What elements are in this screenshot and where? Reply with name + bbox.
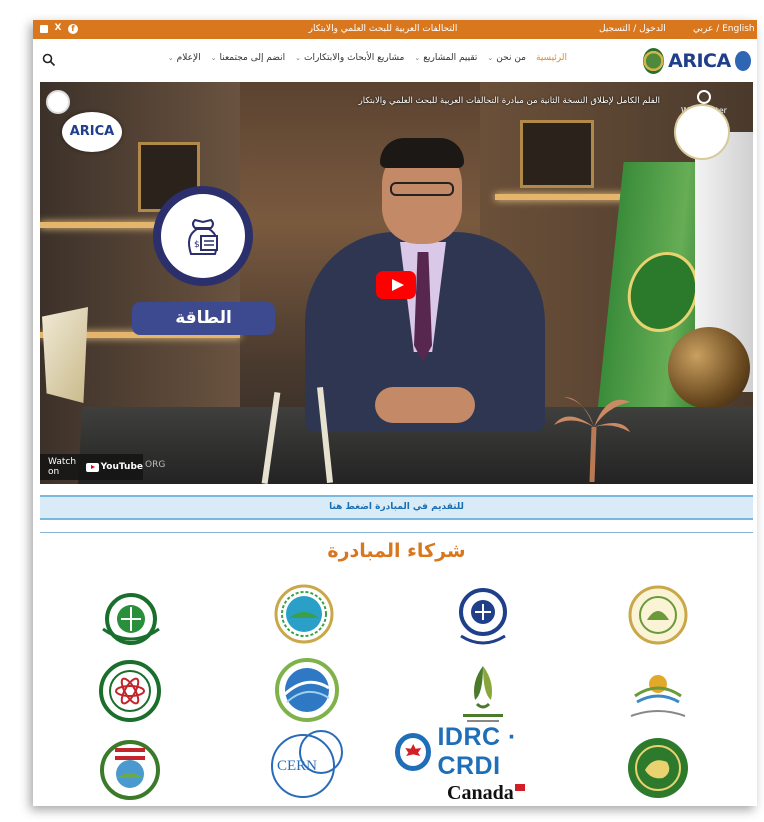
partner-logo-arab-industrial-org[interactable] xyxy=(95,734,165,804)
language-switch[interactable]: عربي / English xyxy=(693,24,755,34)
energy-card-label: الطاقة xyxy=(132,302,275,335)
partner-logo-arab-sudan-bank[interactable] xyxy=(97,585,165,649)
svg-text:$: $ xyxy=(194,240,200,250)
cern-text: CERN xyxy=(277,758,318,774)
video-title[interactable]: الفلم الكامل لإطلاق النسخة الثانية من مب… xyxy=(100,96,660,106)
desk-flag xyxy=(42,307,88,403)
globe-icon xyxy=(734,51,751,71)
partner-logo-arab-atomic-energy[interactable] xyxy=(95,656,165,726)
top-bar: X f التحالفات العربية للبحث العلمي والاب… xyxy=(33,20,757,39)
arica-logo-text: ARICA xyxy=(668,50,731,72)
partner-logo-arab-drylands-center[interactable] xyxy=(623,660,693,722)
search-icon[interactable] xyxy=(42,53,56,67)
site-title: التحالفات العربية للبحث العلمي والابتكار xyxy=(308,24,458,34)
speaker-glasses xyxy=(390,182,454,196)
nav-item-label: تقييم المشاريع xyxy=(423,53,478,63)
nav-item-media[interactable]: الإعلام ⌄ xyxy=(168,53,201,63)
channel-avatar[interactable] xyxy=(46,90,70,114)
money-bag-icon: $ xyxy=(188,218,218,255)
maple-leaf-shape xyxy=(405,744,422,756)
nav-item-home[interactable]: الرئيسية xyxy=(536,53,567,63)
youtube-wordmark: YouTube xyxy=(100,462,143,472)
speaker-hands xyxy=(375,387,475,423)
page-frame: X f التحالفات العربية للبحث العلمي والاب… xyxy=(33,20,757,806)
partner-logo-idrc[interactable]: IDRC · CRDI xyxy=(395,723,579,780)
partner-logo-arab-space-org[interactable] xyxy=(271,654,343,726)
nav-item-research-projects[interactable]: مشاريع الأبحاث والابتكارات ⌄ xyxy=(295,53,404,63)
canada-wordmark: Canada xyxy=(447,782,525,805)
instagram-icon[interactable] xyxy=(40,25,48,33)
energy-card-icon: $ xyxy=(153,186,253,286)
chevron-down-icon: ⌄ xyxy=(167,54,174,62)
chevron-down-icon: ⌄ xyxy=(414,54,421,62)
video-watermark-text: ORG xyxy=(145,460,166,470)
site-logo[interactable]: ARICA xyxy=(643,47,751,75)
social-links: X f xyxy=(40,23,78,34)
award-plaque xyxy=(520,120,594,188)
arab-league-seal-icon xyxy=(643,48,665,74)
x-icon[interactable]: X xyxy=(53,23,63,34)
canada-flag-icon xyxy=(514,784,525,791)
arica-badge: ARICA xyxy=(62,112,122,152)
partner-logo-arab-universities-association[interactable] xyxy=(625,580,691,650)
speaker-hair xyxy=(380,138,464,168)
partner-logo-arab-league[interactable] xyxy=(623,732,693,804)
play-button[interactable] xyxy=(376,271,416,299)
nav-item-label: انضم إلى مجتمعنا xyxy=(219,53,286,63)
chevron-down-icon: ⌄ xyxy=(210,54,217,62)
section-divider xyxy=(40,532,753,533)
youtube-video-embed[interactable]: الفلم الكامل لإطلاق النسخة الثانية من مب… xyxy=(40,82,753,484)
chevron-down-icon: ⌄ xyxy=(487,54,494,62)
nav-item-label: الرئيسية xyxy=(536,53,567,63)
chevron-down-icon: ⌄ xyxy=(295,54,301,62)
youtube-play-icon xyxy=(85,462,99,472)
maple-leaf-icon xyxy=(395,733,432,771)
login-register-link[interactable]: الدخول / التسجيل xyxy=(599,24,666,34)
apply-button[interactable]: للتقديم في المبادرة اضغط هنا xyxy=(40,495,753,520)
partner-logo-cern[interactable]: CERN xyxy=(269,730,343,802)
flag-emblem xyxy=(623,252,703,332)
watch-on-youtube-button[interactable]: Watch on YouTube xyxy=(40,454,143,480)
facebook-icon[interactable]: f xyxy=(68,24,78,34)
partner-logo-arab-water-council[interactable] xyxy=(269,576,339,650)
desk-globe xyxy=(668,327,750,409)
canada-text: Canada xyxy=(447,782,514,804)
nav-item-project-evaluation[interactable]: تقييم المشاريع ⌄ xyxy=(414,53,477,63)
partner-logo-arab-organization-agri[interactable] xyxy=(453,660,513,726)
main-nav: الرئيسية من نحن ⌄ تقييم المشاريع ⌄ مشاريع … xyxy=(33,39,757,82)
idrc-text: IDRC · CRDI xyxy=(437,723,517,780)
nav-item-about[interactable]: من نحن ⌄ xyxy=(487,53,526,63)
nav-item-join-community[interactable]: انضم إلى مجتمعنا ⌄ xyxy=(211,53,286,63)
nav-item-label: مشاريع الأبحاث والابتكارات xyxy=(303,53,405,63)
nav-item-label: الإعلام xyxy=(176,53,201,63)
youtube-logo: YouTube xyxy=(85,462,143,472)
arab-league-badge xyxy=(674,104,730,160)
nav-menu: الرئيسية من نحن ⌄ تقييم المشاريع ⌄ مشاريع … xyxy=(123,53,567,63)
partner-logo-arab-university[interactable] xyxy=(451,582,515,648)
partners-title: شركاء المبادرة xyxy=(327,540,466,562)
nav-item-label: من نحن xyxy=(496,53,526,63)
watch-on-label: Watch on xyxy=(48,457,77,477)
palm-ornament xyxy=(554,397,630,482)
clock-icon xyxy=(697,90,711,104)
